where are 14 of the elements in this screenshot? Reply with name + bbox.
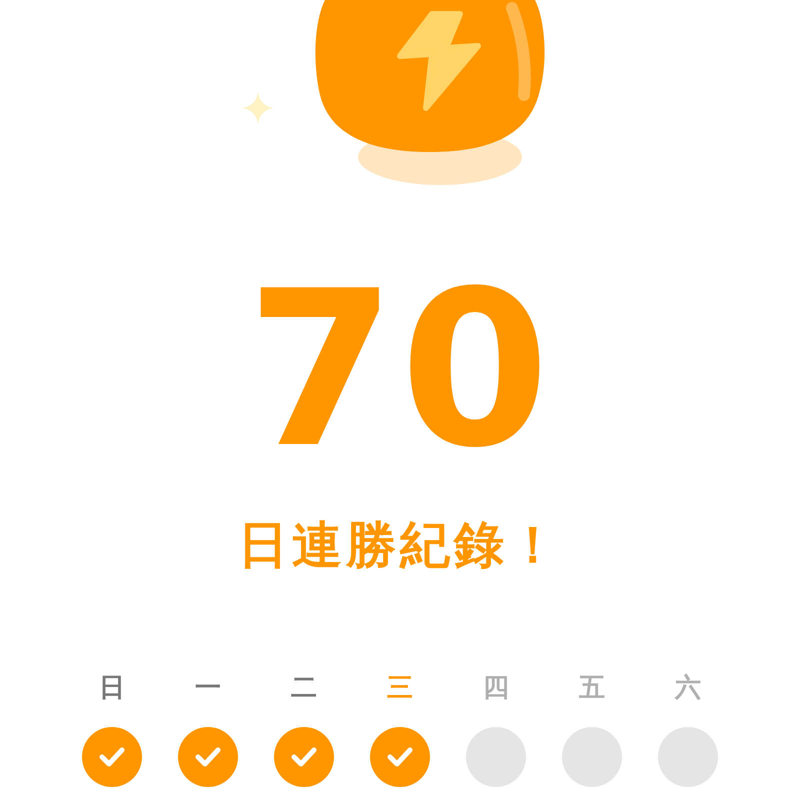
weekday-label: 五 — [579, 672, 605, 704]
streak-caption: 日連勝紀錄！ — [238, 515, 562, 575]
weekday-label: 二 — [291, 672, 317, 704]
check-icon — [98, 746, 126, 768]
weekday-label: 六 — [675, 672, 701, 704]
sparkle-icon — [242, 92, 274, 124]
check-icon — [194, 746, 222, 768]
weekday-label: 四 — [483, 672, 509, 704]
weekday-label: 三 — [387, 672, 413, 704]
weekday-label: 日 — [99, 672, 125, 704]
check-icon — [290, 746, 318, 768]
check-icon — [386, 746, 414, 768]
weekday-label: 一 — [195, 672, 221, 704]
streak-count: 70 — [246, 245, 554, 495]
